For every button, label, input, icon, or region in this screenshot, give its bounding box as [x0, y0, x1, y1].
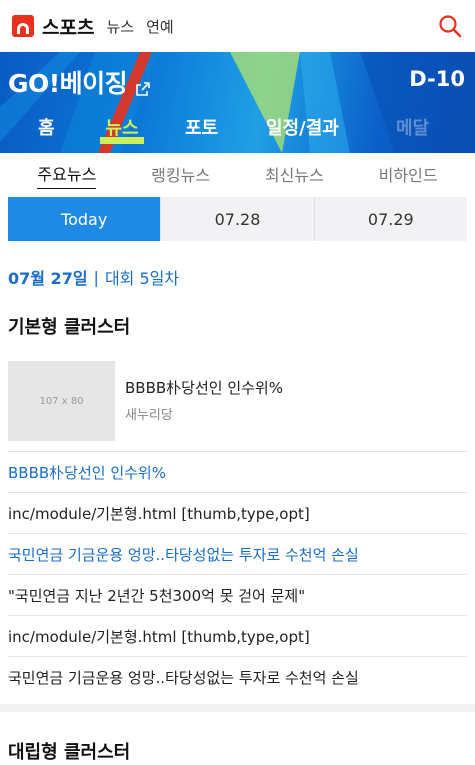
news-subtabs: 주요뉴스 랭킹뉴스 최신뉴스 비하인드 — [0, 153, 475, 197]
nav-medals-label: 메달 — [396, 118, 430, 139]
list-item[interactable]: "국민연금 지난 2년간 5천300억 못 걷어 문제" — [8, 574, 467, 615]
day-label: 대회 5일차 — [104, 269, 180, 288]
date-tab-0729[interactable]: 07.29 — [314, 197, 467, 241]
day-heading: 07월 27일 | 대회 5일차 — [8, 265, 467, 289]
banner-nav: 홈 뉴스 포토 일정/결과 메달 — [0, 114, 475, 153]
list-item[interactable]: inc/module/기본형.html [thumb,type,opt] — [8, 492, 467, 533]
date-tab-today[interactable]: Today — [8, 197, 162, 241]
subtab-ranking-news[interactable]: 랭킹뉴스 — [151, 162, 210, 189]
list-item[interactable]: 국민연금 기금운용 엉망..타당성없는 투자로 수천억 손실 — [8, 533, 467, 574]
thumb-article-source: 새누리당 — [125, 408, 173, 423]
subtab-latest-news[interactable]: 최신뉴스 — [265, 162, 324, 189]
banner-title[interactable]: GO!베이징 — [8, 64, 151, 100]
nav-schedule-results[interactable]: 일정/결과 — [266, 114, 339, 144]
list-item[interactable]: BBBB朴당선인 인수위% — [8, 451, 467, 492]
date-tabs: Today 07.28 07.29 — [0, 197, 475, 241]
d-day-counter: D-10 — [409, 67, 465, 91]
nav-medals[interactable]: 메달 — [396, 114, 429, 144]
top-link-entertainment[interactable]: 연예 — [146, 16, 174, 37]
nav-photo-label: 포토 — [185, 118, 219, 139]
thumb-article-title: BBBB朴당선인 인수위% — [125, 379, 283, 397]
share-icon[interactable] — [135, 74, 151, 96]
nav-home-label: 홈 — [38, 118, 55, 139]
banner-title-text: GO!베이징 — [8, 69, 128, 98]
subtab-main-news[interactable]: 주요뉴스 — [37, 161, 97, 189]
brand-title[interactable]: 스포츠 — [42, 13, 94, 40]
naver-logo-icon[interactable] — [12, 15, 34, 37]
thumb-article-text: BBBB朴당선인 인수위% 새누리당 — [125, 361, 283, 441]
top-bar: 스포츠 뉴스 연예 — [0, 0, 475, 52]
day-separator: | — [93, 267, 99, 287]
section-title-basic-cluster: 기본형 클러스터 — [8, 317, 131, 338]
thumb-article[interactable]: 107 x 80 BBBB朴당선인 인수위% 새누리당 — [8, 361, 467, 441]
nav-schedule-label: 일정/결과 — [266, 118, 339, 139]
section-title-opposing-cluster: 대립형 클러스터 — [8, 742, 131, 763]
article-list: BBBB朴당선인 인수위% inc/module/기본형.html [thumb… — [8, 451, 467, 697]
section-divider — [0, 704, 475, 712]
olympics-banner: GO!베이징 D-10 홈 뉴스 포토 일정/결과 메달 — [0, 52, 475, 153]
list-item[interactable]: inc/module/기본형.html [thumb,type,opt] — [8, 615, 467, 656]
thumbnail-placeholder: 107 x 80 — [8, 361, 115, 441]
search-icon[interactable] — [437, 13, 463, 39]
list-item[interactable]: 국민연금 기금운용 엉망..타당성없는 투자로 수천억 손실 — [8, 656, 467, 697]
top-link-news[interactable]: 뉴스 — [106, 16, 134, 37]
nav-news[interactable]: 뉴스 — [100, 114, 144, 144]
subtab-behind[interactable]: 비하인드 — [379, 162, 438, 189]
day-date: 07월 27일 — [8, 269, 88, 288]
date-tab-0728[interactable]: 07.28 — [161, 197, 315, 241]
nav-photo[interactable]: 포토 — [185, 114, 218, 144]
nav-active-indicator — [100, 137, 144, 144]
nav-news-label: 뉴스 — [105, 118, 139, 139]
nav-home[interactable]: 홈 — [38, 114, 55, 144]
